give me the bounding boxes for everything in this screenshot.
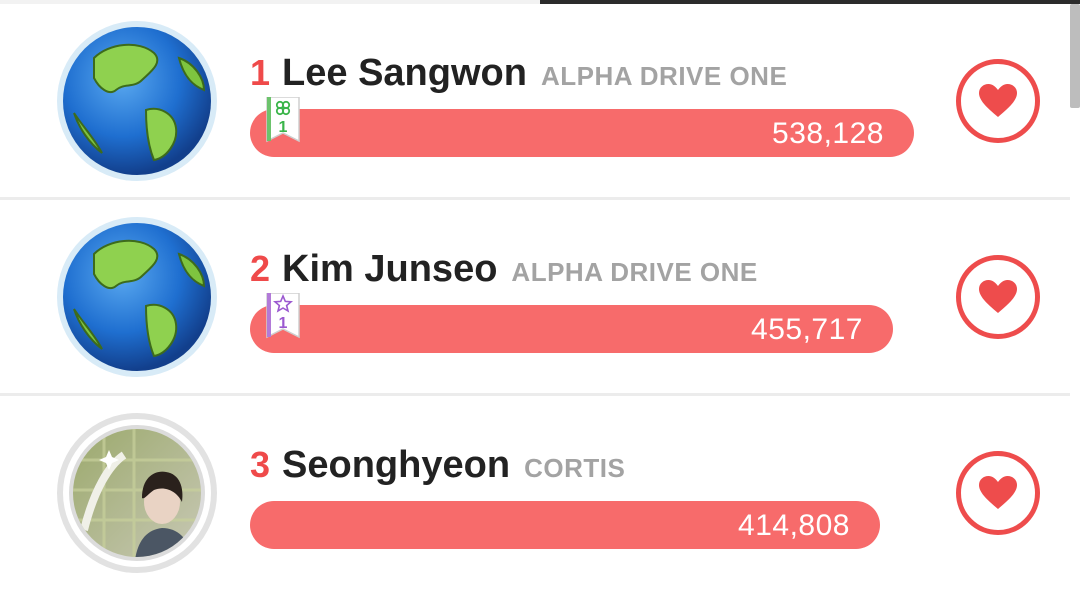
ranking-row[interactable]: 3 Seonghyeon CORTIS 414,808 [0,396,1070,589]
vote-heart-button[interactable] [956,255,1040,339]
heart-icon [979,476,1017,509]
ranking-row[interactable]: 2 Kim Junseo ALPHA DRIVE ONE 455,717 1 [0,200,1070,396]
contestant-name: Kim Junseo [282,248,498,290]
vote-bar: 538,128 [250,109,914,157]
rank-number: 1 [250,52,271,93]
contestant-header: 2 Kim Junseo ALPHA DRIVE ONE [250,248,758,294]
contestant-header: 1 Lee Sangwon ALPHA DRIVE ONE [250,52,787,98]
badge-count: 1 [278,119,288,136]
vote-count: 538,128 [772,117,884,150]
contestant-name: Seonghyeon [282,444,511,486]
rank-number: 2 [250,248,271,289]
scrollbar[interactable] [1070,4,1080,108]
heart-icon [979,280,1017,313]
vote-heart-button[interactable] [956,451,1040,535]
group-name: ALPHA DRIVE ONE [511,257,758,287]
group-name: CORTIS [524,453,626,483]
vote-bar: 414,808 [250,501,880,549]
globe-icon [54,18,220,184]
contestant-name: Lee Sangwon [282,52,527,94]
heart-icon [979,84,1017,117]
profile-photo [54,410,220,576]
contestant-header: 3 Seonghyeon CORTIS [250,444,625,490]
globe-icon [54,214,220,380]
ranking-list: 1 Lee Sangwon ALPHA DRIVE ONE 538,128 1 [0,4,1070,589]
vote-heart-button[interactable] [956,59,1040,143]
group-name: ALPHA DRIVE ONE [540,61,788,91]
vote-count: 414,808 [738,509,850,542]
vote-bar: 455,717 [250,305,893,353]
ranking-row[interactable]: 1 Lee Sangwon ALPHA DRIVE ONE 538,128 1 [0,4,1070,200]
badge-count: 1 [278,315,288,332]
clover-badge: 1 [265,97,301,145]
vote-count: 455,717 [751,313,863,346]
star-badge: 1 [265,293,301,341]
rank-number: 3 [250,444,271,485]
